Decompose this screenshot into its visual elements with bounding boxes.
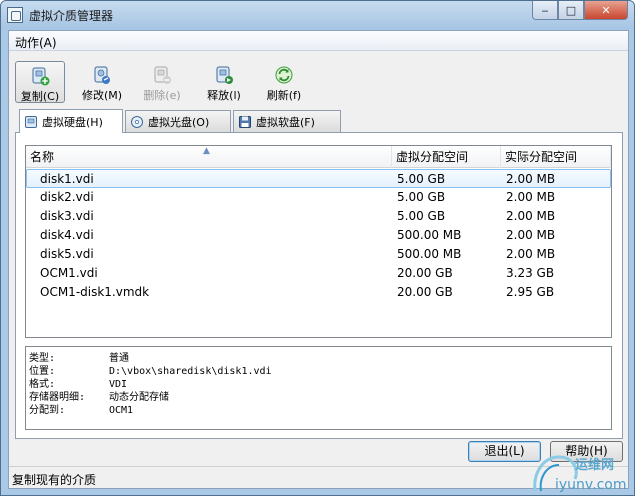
tab-hard-disks-label: 虚拟硬盘(H) bbox=[42, 115, 103, 129]
status-text: 复制现有的介质 bbox=[12, 473, 97, 487]
cell-name: disk3.vdi bbox=[40, 209, 94, 223]
cell-name: disk5.vdi bbox=[40, 247, 94, 261]
cell-virtual-size: 20.00 GB bbox=[397, 285, 453, 299]
window-title: 虚拟介质管理器 bbox=[29, 9, 114, 23]
copy-disk-icon bbox=[32, 67, 50, 86]
table-header: 名称 ▲ 虚拟分配空间 实际分配空间 bbox=[26, 146, 611, 168]
column-header-virtual-size[interactable]: 虚拟分配空间 bbox=[392, 146, 501, 168]
watermark-logo: 运维网 iyunv.com bbox=[533, 455, 626, 493]
cell-virtual-size: 5.00 GB bbox=[397, 190, 446, 204]
copy-label: 复制(C) bbox=[20, 90, 60, 103]
cell-actual-size: 2.00 MB bbox=[506, 190, 556, 204]
toolbar: 复制(C) 修改(M) 删除(e) 释放(l) 刷新(f) bbox=[9, 53, 628, 103]
cell-actual-size: 2.00 MB bbox=[506, 172, 556, 186]
tab-hard-disks[interactable]: 虚拟硬盘(H) bbox=[19, 109, 123, 133]
maximize-icon: □ bbox=[565, 3, 577, 17]
modify-label: 修改(M) bbox=[81, 89, 123, 102]
watermark-line2: iyunv.com bbox=[555, 477, 626, 493]
modify-disk-icon bbox=[94, 66, 110, 84]
minimize-button[interactable]: ‒ bbox=[532, 1, 558, 20]
column-header-actual-size[interactable]: 实际分配空间 bbox=[501, 146, 611, 168]
cell-name: disk2.vdi bbox=[40, 190, 94, 204]
close-icon: ✕ bbox=[601, 3, 611, 17]
table-row[interactable]: OCM1.vdi 20.00 GB 3.23 GB bbox=[26, 264, 611, 283]
cell-actual-size: 3.23 GB bbox=[506, 266, 555, 280]
cell-name: OCM1.vdi bbox=[40, 266, 98, 280]
title-bar[interactable]: 虚拟介质管理器 ‒ □ ✕ bbox=[1, 1, 634, 29]
close-button[interactable]: ✕ bbox=[584, 1, 628, 20]
media-manager-window: 虚拟介质管理器 ‒ □ ✕ 动作(A) 复制(C) 修改(M) 删除(e) 释放… bbox=[0, 0, 635, 496]
delete-disk-icon bbox=[154, 66, 171, 84]
tab-floppy-disks-label: 虚拟软盘(F) bbox=[256, 115, 315, 129]
release-label: 释放(l) bbox=[207, 89, 241, 102]
tab-floppy-disks[interactable]: 虚拟软盘(F) bbox=[233, 110, 341, 132]
menu-bar: 动作(A) bbox=[9, 31, 628, 51]
table-row[interactable]: OCM1-disk1.vmdk 20.00 GB 2.95 GB bbox=[26, 283, 611, 302]
floppy-disk-icon bbox=[239, 115, 251, 128]
tab-optical-disks-label: 虚拟光盘(O) bbox=[148, 115, 210, 129]
tab-optical-disks[interactable]: 虚拟光盘(O) bbox=[125, 110, 231, 132]
delete-label: 删除(e) bbox=[143, 89, 181, 102]
copy-button[interactable]: 复制(C) bbox=[15, 61, 65, 103]
table-row[interactable]: disk5.vdi 500.00 MB 2.00 MB bbox=[26, 245, 611, 264]
cell-actual-size: 2.00 MB bbox=[506, 247, 556, 261]
table-row[interactable]: disk3.vdi 5.00 GB 2.00 MB bbox=[26, 207, 611, 226]
cell-virtual-size: 5.00 GB bbox=[397, 172, 446, 186]
table-body: disk1.vdi 5.00 GB 2.00 MB disk2.vdi 5.00… bbox=[26, 169, 611, 302]
cell-actual-size: 2.00 MB bbox=[506, 228, 556, 242]
cell-actual-size: 2.00 MB bbox=[506, 209, 556, 223]
modify-button[interactable]: 修改(M) bbox=[77, 61, 127, 103]
menu-action[interactable]: 动作(A) bbox=[15, 34, 57, 51]
cell-name: disk4.vdi bbox=[40, 228, 94, 242]
cell-virtual-size: 500.00 MB bbox=[397, 228, 462, 242]
media-table[interactable]: 名称 ▲ 虚拟分配空间 实际分配空间 disk1.vdi 5.00 GB 2.0… bbox=[25, 145, 612, 338]
cell-virtual-size: 500.00 MB bbox=[397, 247, 462, 261]
client-area: 动作(A) 复制(C) 修改(M) 删除(e) 释放(l) 刷新(f) 虚拟硬盘… bbox=[8, 30, 629, 489]
release-disk-icon bbox=[216, 66, 233, 84]
app-icon bbox=[7, 7, 23, 23]
cell-name: OCM1-disk1.vmdk bbox=[40, 285, 150, 299]
table-row[interactable]: disk2.vdi 5.00 GB 2.00 MB bbox=[26, 188, 611, 207]
cell-actual-size: 2.95 GB bbox=[506, 285, 555, 299]
refresh-icon bbox=[275, 66, 293, 84]
table-row[interactable]: disk4.vdi 500.00 MB 2.00 MB bbox=[26, 226, 611, 245]
cell-name: disk1.vdi bbox=[40, 172, 94, 186]
optical-disk-icon bbox=[131, 115, 143, 128]
details-pane: 类型: 普通 位置: D:\vbox\sharedisk\disk1.vdi 格… bbox=[25, 346, 612, 430]
cell-virtual-size: 20.00 GB bbox=[397, 266, 453, 280]
maximize-button[interactable]: □ bbox=[558, 1, 584, 20]
minimize-icon: ‒ bbox=[541, 3, 549, 17]
delete-button[interactable]: 删除(e) bbox=[137, 61, 187, 103]
hard-disk-panel: 名称 ▲ 虚拟分配空间 实际分配空间 disk1.vdi 5.00 GB 2.0… bbox=[15, 132, 623, 439]
watermark-line1: 运维网 bbox=[575, 457, 614, 473]
refresh-button[interactable]: 刷新(f) bbox=[259, 61, 309, 103]
hard-disk-icon bbox=[25, 115, 37, 128]
column-header-name[interactable]: 名称 ▲ bbox=[26, 146, 392, 168]
refresh-label: 刷新(f) bbox=[266, 89, 302, 102]
cell-virtual-size: 5.00 GB bbox=[397, 209, 446, 223]
release-button[interactable]: 释放(l) bbox=[199, 61, 249, 103]
sort-ascending-icon: ▲ bbox=[203, 146, 210, 156]
table-row[interactable]: disk1.vdi 5.00 GB 2.00 MB bbox=[26, 169, 611, 188]
